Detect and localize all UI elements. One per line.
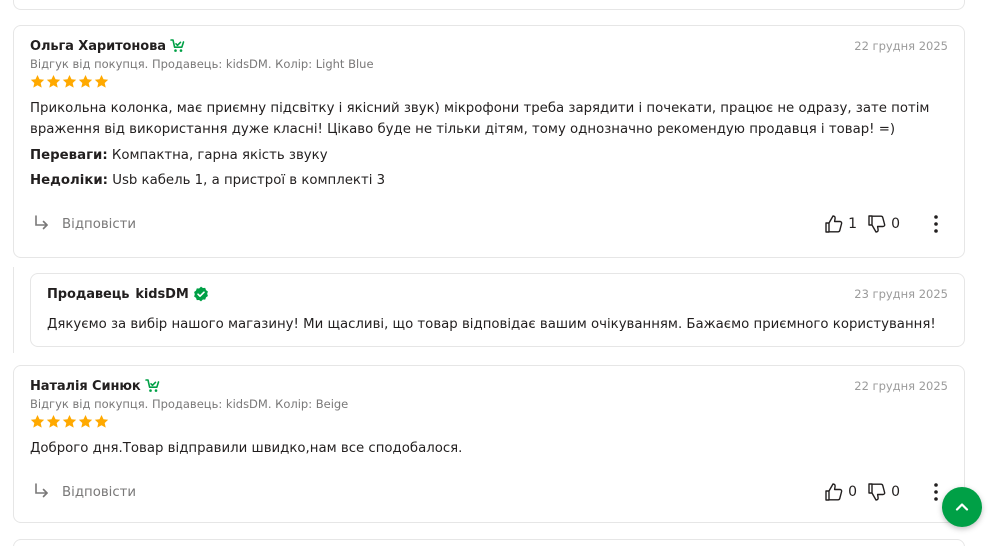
star-icon <box>46 74 61 89</box>
thumbs-up-icon <box>825 483 843 501</box>
star-icon <box>30 414 45 429</box>
kebab-menu-icon <box>934 483 938 501</box>
review-card: Ольга Харитонова 22 грудня 2025 Відгук в… <box>13 25 965 258</box>
review-author: Наталія Синюк <box>30 378 161 394</box>
review-meta: Відгук від покупця. Продавець: kidsDM. К… <box>30 57 374 71</box>
review-card: Наталія Синюк 22 грудня 2025 Відгук від … <box>13 365 965 523</box>
like-button[interactable]: 1 <box>824 214 857 234</box>
star-icon <box>46 414 61 429</box>
like-button[interactable]: 0 <box>824 482 857 502</box>
rating-stars <box>30 414 948 429</box>
reply-arrow-icon <box>35 215 48 230</box>
thumbs-down-icon <box>868 215 886 233</box>
star-icon <box>94 414 109 429</box>
review-text: Прикольна колонка, має приємну підсвітку… <box>30 101 930 137</box>
review-cons: Недоліки: Usb кабель 1, а пристрої в ком… <box>30 173 386 188</box>
more-options-button[interactable] <box>924 215 948 233</box>
dislikes-count: 0 <box>891 484 900 500</box>
seller-reply-thread: Продавець kidsDM 23 грудня 2025 Дякуємо … <box>13 267 965 353</box>
dislike-button[interactable]: 0 <box>867 214 900 234</box>
seller-reply-card: Продавець kidsDM 23 грудня 2025 Дякуємо … <box>30 273 965 347</box>
likes-count: 1 <box>848 216 858 232</box>
dislikes-count: 0 <box>891 216 900 232</box>
next-review-card <box>13 539 965 546</box>
review-date: 22 грудня 2025 <box>854 379 948 393</box>
star-icon <box>62 74 77 89</box>
review-author: Ольга Харитонова <box>30 38 186 54</box>
rating-stars <box>30 74 948 89</box>
review-date: 22 грудня 2025 <box>854 39 948 53</box>
review-text: Доброго дня.Товар відправили швидко,нам … <box>30 441 463 456</box>
buyer-cart-check-icon <box>144 378 161 394</box>
thumbs-down-icon <box>868 483 886 501</box>
star-icon <box>62 414 77 429</box>
chevron-up-icon <box>955 503 969 511</box>
star-icon <box>94 74 109 89</box>
buyer-cart-check-icon <box>170 38 186 54</box>
star-icon <box>78 74 93 89</box>
star-icon <box>30 74 45 89</box>
likes-count: 0 <box>848 484 858 500</box>
review-pros: Переваги: Компактна, гарна якість звуку <box>30 148 328 163</box>
reply-arrow-icon <box>35 483 48 498</box>
previous-review-card <box>13 0 965 10</box>
seller-name: Продавець kidsDM <box>47 286 209 302</box>
reply-button[interactable]: Відповісти <box>32 214 136 234</box>
dislike-button[interactable]: 0 <box>867 482 900 502</box>
kebab-menu-icon <box>934 215 938 233</box>
reply-button[interactable]: Відповісти <box>32 482 136 502</box>
review-meta: Відгук від покупця. Продавець: kidsDM. К… <box>30 397 349 411</box>
scroll-to-top-button[interactable] <box>942 487 982 527</box>
verified-check-icon <box>193 286 209 302</box>
star-icon <box>78 414 93 429</box>
thumbs-up-icon <box>825 215 843 233</box>
seller-reply-date: 23 грудня 2025 <box>854 287 948 301</box>
seller-reply-text: Дякуємо за вибір нашого магазину! Ми щас… <box>47 317 936 332</box>
